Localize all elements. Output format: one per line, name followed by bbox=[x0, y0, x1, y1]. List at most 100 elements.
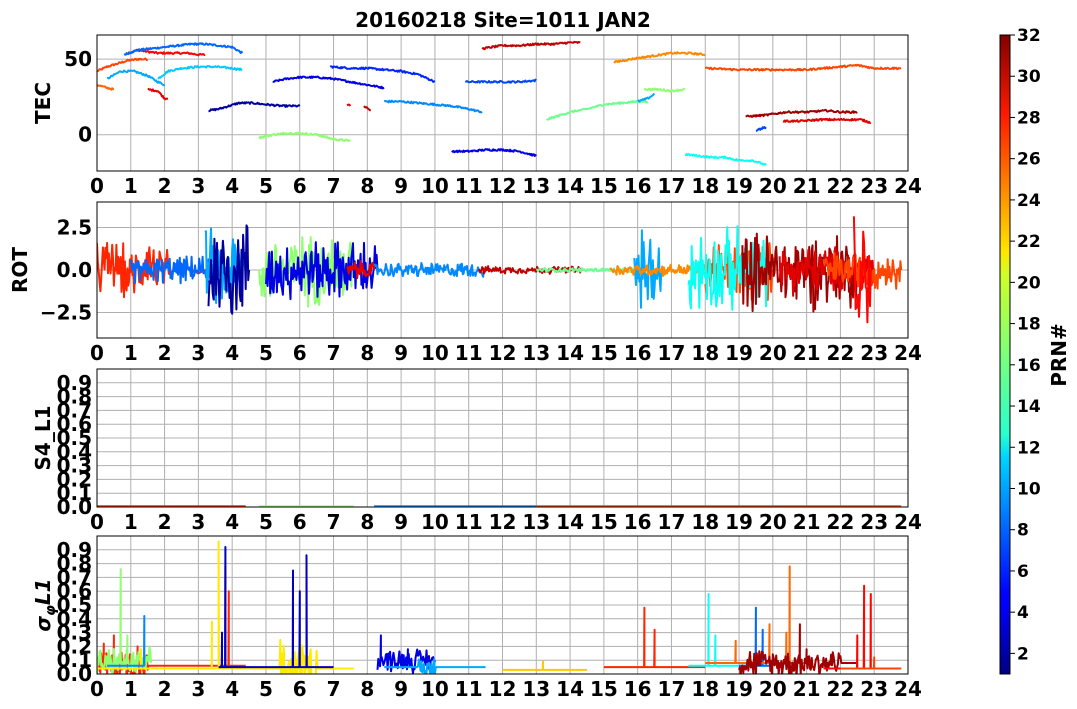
series-line-prn9 bbox=[383, 99, 483, 114]
y-axis-label: TEC bbox=[31, 82, 55, 124]
colorbar-gradient bbox=[999, 34, 1011, 675]
x-tick-label: 19 bbox=[725, 510, 753, 534]
y-tick-label: −2.5 bbox=[40, 301, 92, 325]
series-line-prn17 bbox=[97, 568, 153, 674]
series-line-prn26 bbox=[97, 57, 149, 73]
colorbar-tick-label: 14 bbox=[1017, 397, 1041, 417]
x-tick-label: 7 bbox=[327, 510, 341, 534]
colorbar-tick-label: 18 bbox=[1017, 315, 1041, 335]
y-ticks: 0.00.10.20.30.40.50.60.70.80.9 bbox=[57, 538, 92, 686]
series-line-prn10 bbox=[637, 92, 655, 103]
x-tick-label: 4 bbox=[225, 510, 239, 534]
colorbar-tick-label: 10 bbox=[1017, 479, 1041, 499]
y-tick-label: 0.9 bbox=[57, 538, 92, 562]
x-tick-label: 15 bbox=[590, 341, 618, 365]
series-line-prn29 bbox=[346, 103, 352, 107]
x-tick-label: 6 bbox=[293, 510, 307, 534]
x-tick-label: 18 bbox=[691, 174, 719, 198]
y-tick-label: 2.5 bbox=[57, 216, 92, 240]
colorbar-tick-label: 20 bbox=[1017, 273, 1041, 293]
x-tick-label: 4 bbox=[225, 341, 239, 365]
series-line-prn7 bbox=[755, 126, 767, 132]
x-tick-label: 18 bbox=[691, 510, 719, 534]
series-line-prn28 bbox=[823, 584, 902, 670]
x-tick-label: 2 bbox=[158, 174, 172, 198]
x-tick-label: 16 bbox=[624, 341, 652, 365]
y-ticks: −2.5 0.0 2.5 bbox=[40, 216, 92, 325]
x-tick-label: 21 bbox=[793, 510, 821, 534]
x-tick-label: 16 bbox=[624, 510, 652, 534]
x-tick-label: 12 bbox=[489, 174, 517, 198]
x-tick-label: 4 bbox=[225, 677, 239, 701]
x-tick-label: 3 bbox=[191, 510, 205, 534]
series-line-prn13 bbox=[684, 152, 767, 166]
colorbar-tick-label: 28 bbox=[1017, 108, 1041, 128]
x-tick-label: 2 bbox=[158, 677, 172, 701]
x-ticks: 0 1 2 3 4 5 6 7 8 9 10 11 12 13 14 15 16 17 18 19 20 21 22 23 24 bbox=[90, 677, 922, 701]
y-tick-label: 0.0 bbox=[57, 258, 92, 282]
x-tick-label: 9 bbox=[394, 174, 408, 198]
x-tick-label: 13 bbox=[522, 510, 550, 534]
x-tick-label: 22 bbox=[826, 341, 854, 365]
x-tick-label: 5 bbox=[259, 510, 273, 534]
x-tick-label: 14 bbox=[556, 510, 584, 534]
series-line-prn7 bbox=[464, 78, 537, 84]
x-tick-label: 2 bbox=[158, 510, 172, 534]
x-tick-label: 6 bbox=[293, 174, 307, 198]
x-tick-label: 16 bbox=[624, 174, 652, 198]
x-tick-label: 1 bbox=[124, 341, 138, 365]
x-tick-label: 7 bbox=[327, 677, 341, 701]
y-axis-label: S4_L1 bbox=[31, 406, 55, 471]
series-group bbox=[97, 40, 902, 166]
x-tick-label: 9 bbox=[394, 341, 408, 365]
y-ticks: 0 50 bbox=[64, 47, 92, 147]
x-tick-label: 11 bbox=[455, 510, 483, 534]
x-tick-label: 19 bbox=[725, 677, 753, 701]
x-tick-label: 14 bbox=[556, 341, 584, 365]
series-line-prn27 bbox=[603, 606, 706, 669]
x-tick-label: 15 bbox=[590, 510, 618, 534]
x-tick-label: 17 bbox=[658, 174, 686, 198]
y-tick-label: 0 bbox=[78, 123, 92, 147]
x-tick-label: 10 bbox=[421, 510, 449, 534]
x-tick-label: 6 bbox=[293, 341, 307, 365]
x-tick-label: 20 bbox=[759, 341, 787, 365]
series-line-prn24 bbox=[613, 51, 706, 64]
x-tick-label: 5 bbox=[259, 174, 273, 198]
x-tick-label: 22 bbox=[826, 677, 854, 701]
x-tick-label: 23 bbox=[860, 677, 888, 701]
y-axis-label: σφL1 bbox=[31, 578, 59, 631]
x-ticks: 0 1 2 3 4 5 6 7 8 9 10 11 12 13 14 15 16 17 18 19 20 21 22 23 24 bbox=[90, 510, 922, 534]
series-line-prn30 bbox=[481, 40, 581, 51]
x-tick-label: 3 bbox=[191, 677, 205, 701]
x-tick-label: 12 bbox=[489, 510, 517, 534]
series-line-prn26 bbox=[822, 63, 902, 71]
x-tick-label: 1 bbox=[124, 174, 138, 198]
x-tick-label: 16 bbox=[624, 677, 652, 701]
x-tick-label: 8 bbox=[360, 510, 374, 534]
x-tick-label: 19 bbox=[725, 174, 753, 198]
panels: 0 1 2 3 4 5 6 7 8 9 10 11 12 13 14 15 16 17 18 19 20 21 22 23 24… bbox=[8, 34, 922, 701]
x-tick-label: 1 bbox=[124, 677, 138, 701]
x-tick-label: 23 bbox=[860, 341, 888, 365]
x-tick-label: 17 bbox=[658, 341, 686, 365]
x-tick-label: 24 bbox=[894, 174, 922, 198]
x-tick-label: 2 bbox=[158, 341, 172, 365]
x-tick-label: 17 bbox=[658, 510, 686, 534]
x-tick-label: 13 bbox=[522, 677, 550, 701]
x-tick-label: 21 bbox=[793, 677, 821, 701]
x-tick-label: 18 bbox=[691, 341, 719, 365]
colorbar-tick-label: 8 bbox=[1017, 521, 1029, 541]
x-tick-label: 0 bbox=[90, 677, 104, 701]
y-tick-label: 50 bbox=[64, 47, 92, 71]
x-tick-label: 15 bbox=[590, 677, 618, 701]
y-ticks: 0.00.10.20.30.40.50.60.70.80.9 bbox=[57, 371, 92, 519]
colorbar-tick-label: 12 bbox=[1017, 438, 1041, 458]
series-line-prn11 bbox=[157, 65, 243, 80]
series-line-prn25 bbox=[97, 84, 115, 91]
colorbar-tick-label: 26 bbox=[1017, 150, 1041, 170]
x-tick-label: 8 bbox=[360, 677, 374, 701]
x-tick-label: 17 bbox=[658, 677, 686, 701]
x-tick-label: 0 bbox=[90, 174, 104, 198]
series-group bbox=[97, 540, 902, 674]
